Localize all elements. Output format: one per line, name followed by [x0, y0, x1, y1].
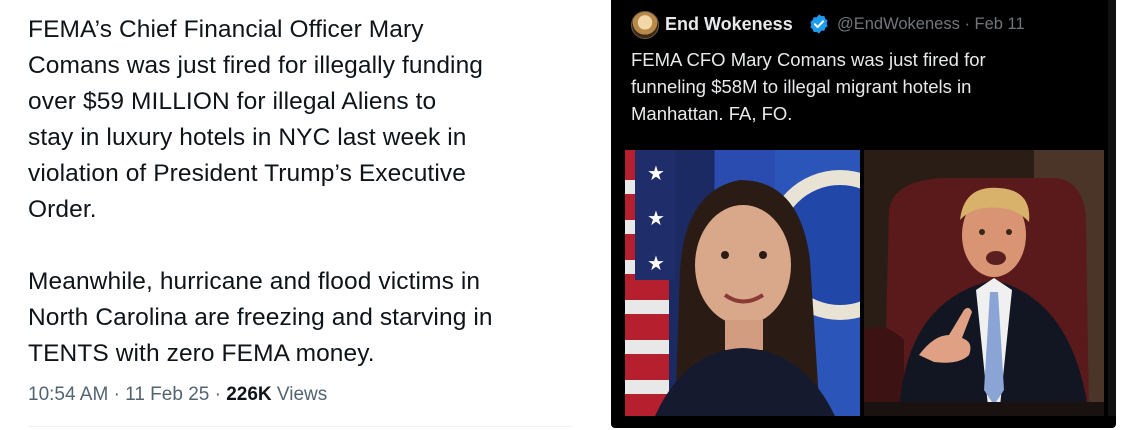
- photo-woman-illustration: ★ ★ ★: [625, 150, 860, 416]
- photo-man-illustration: [864, 150, 1104, 416]
- svg-text:★: ★: [647, 253, 665, 275]
- photo-man[interactable]: [864, 150, 1104, 416]
- avatar[interactable]: [631, 11, 659, 39]
- meta-separator: ·: [214, 384, 221, 405]
- views-label: Views: [276, 384, 328, 405]
- divider: [28, 426, 573, 427]
- quoted-tweet-card: End Wokeness @EndWokeness · Feb 11 FEMA …: [611, 0, 1116, 428]
- photo-woman[interactable]: ★ ★ ★: [625, 150, 860, 416]
- author-handle[interactable]: @EndWokeness: [837, 15, 960, 33]
- tweet-panel: FEMA’s Chief Financial Officer Mary Coma…: [0, 0, 596, 430]
- author-name[interactable]: End Wokeness: [665, 14, 793, 35]
- meta-separator: ·: [113, 384, 120, 405]
- quoted-tweet-text: FEMA CFO Mary Comans was just fired for …: [631, 49, 986, 124]
- quoted-tweet-date[interactable]: Feb 11: [975, 15, 1025, 33]
- card-edge: [1108, 0, 1116, 416]
- svg-text:★: ★: [647, 208, 665, 230]
- tweet-meta: 10:54 AM · 11 Feb 25 · 226K Views: [28, 384, 327, 406]
- meta-separator: ·: [964, 15, 970, 33]
- quoted-tweet-screenshot: End Wokeness @EndWokeness · Feb 11 FEMA …: [597, 0, 1142, 430]
- tweet-time-link[interactable]: 10:54 AM: [28, 384, 108, 405]
- views-count[interactable]: 226K: [226, 384, 271, 405]
- tweet-text-paragraph-2: Meanwhile, hurricane and flood victims i…: [28, 268, 493, 367]
- tweet-date-link[interactable]: 11 Feb 25: [125, 384, 209, 405]
- verified-badge-icon: [810, 14, 828, 34]
- tweet-text-paragraph-1: FEMA’s Chief Financial Officer Mary Coma…: [28, 16, 484, 223]
- handle-line: @EndWokeness · Feb 11: [837, 15, 1025, 34]
- svg-text:★: ★: [647, 163, 665, 185]
